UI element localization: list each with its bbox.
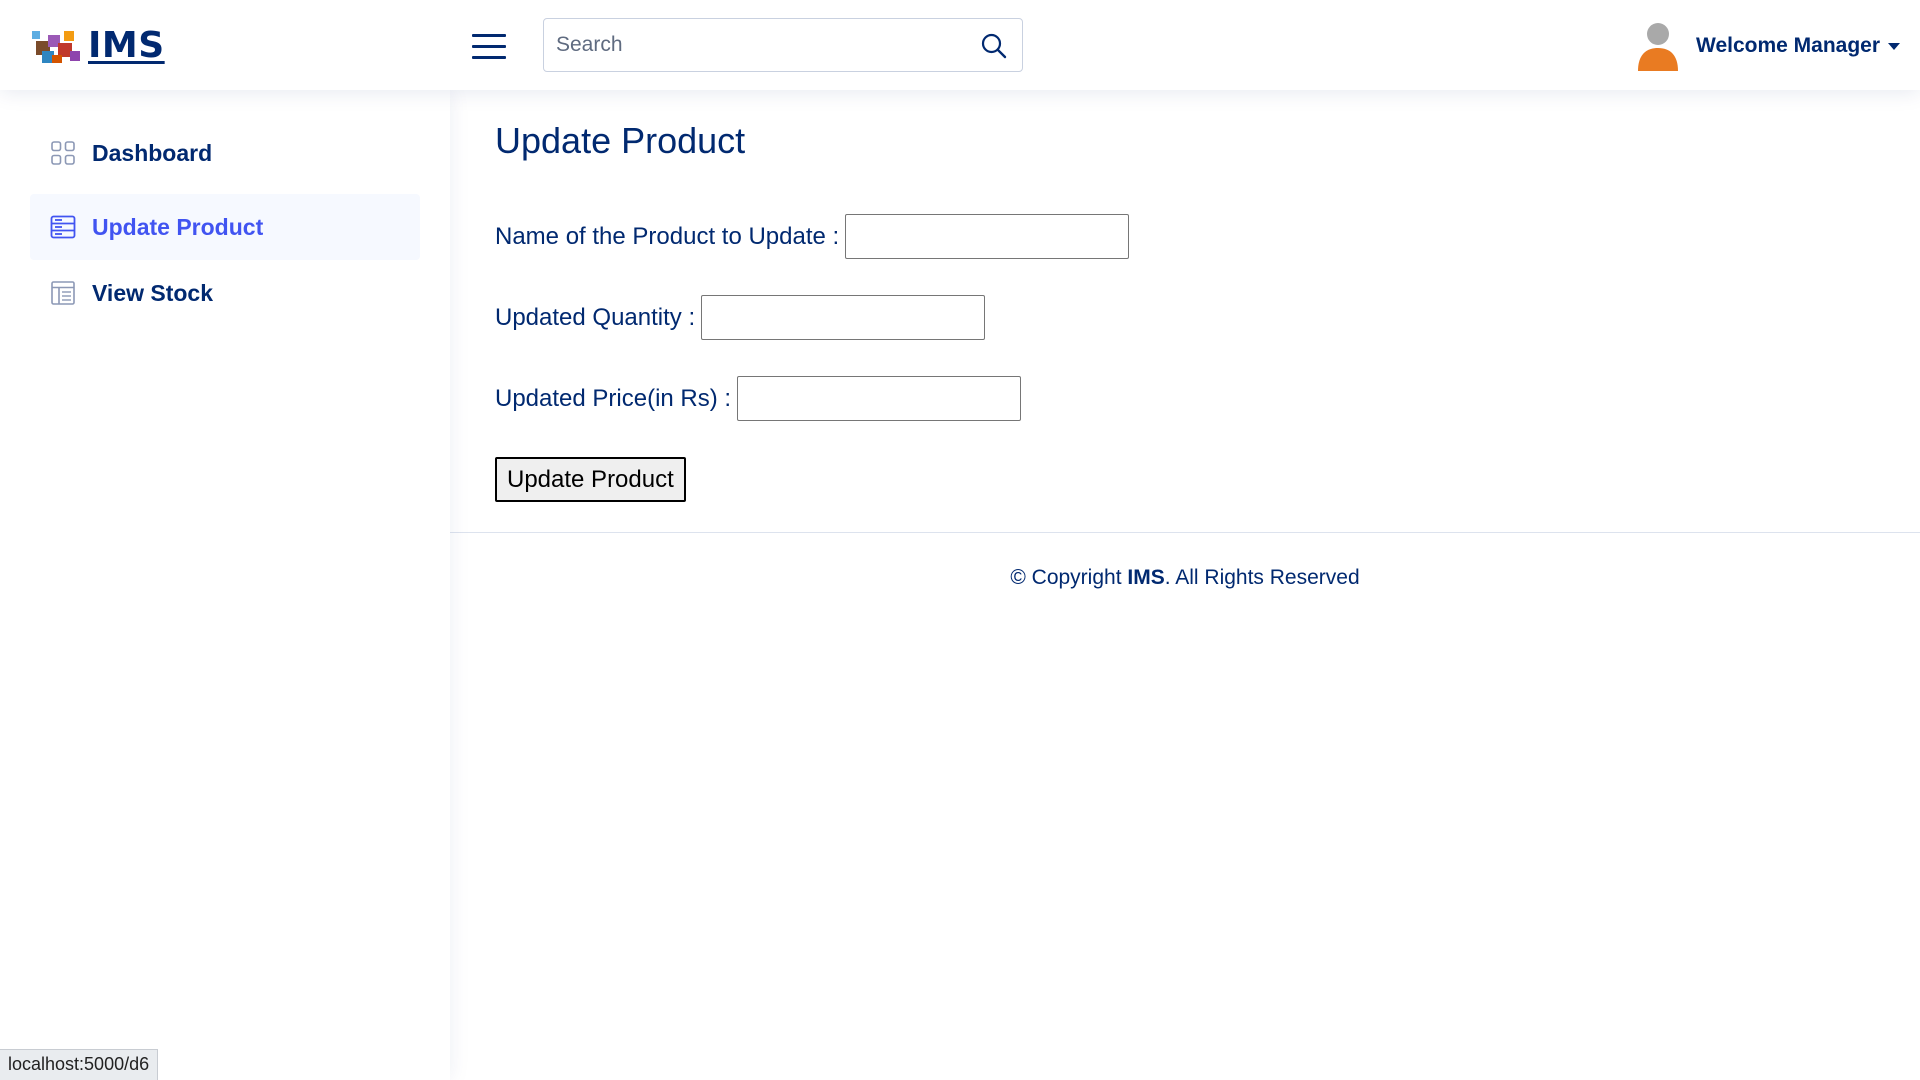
sidebar-item-update-product[interactable]: Update Product xyxy=(30,194,420,260)
update-product-button[interactable]: Update Product xyxy=(495,457,686,502)
quantity-label: Updated Quantity : xyxy=(495,303,696,331)
main-content: Update Product Name of the Product to Up… xyxy=(450,90,1920,1080)
price-label: Updated Price(in Rs) : xyxy=(495,384,732,412)
hamburger-icon[interactable] xyxy=(472,31,506,61)
sidebar-item-label: Dashboard xyxy=(92,139,213,166)
search-icon[interactable] xyxy=(980,32,1008,60)
chevron-down-icon xyxy=(1888,42,1901,50)
layout-list-icon xyxy=(50,215,76,239)
copyright-brand: IMS xyxy=(1127,566,1165,589)
logo-link[interactable]: IMS xyxy=(30,22,165,68)
product-name-input[interactable] xyxy=(845,214,1130,259)
welcome-text: Welcome Manager xyxy=(1696,34,1881,57)
sidebar-item-view-stock[interactable]: View Stock xyxy=(30,260,420,326)
logo-text: IMS xyxy=(88,24,165,66)
copyright-prefix: © Copyright xyxy=(1010,566,1128,589)
product-name-label: Name of the Product to Update : xyxy=(495,222,840,250)
search-bar xyxy=(543,18,1023,72)
page-title: Update Product xyxy=(495,120,746,161)
copyright-suffix: . All Rights Reserved xyxy=(1164,566,1360,589)
price-row: Updated Price(in Rs) : xyxy=(495,376,1022,421)
sidebar-item-dashboard[interactable]: Dashboard xyxy=(30,120,420,186)
footer-divider xyxy=(450,532,1920,533)
quantity-input[interactable] xyxy=(701,295,986,340)
quantity-row: Updated Quantity : xyxy=(495,295,986,340)
sidebar: Dashboard Update Product View Stock xyxy=(0,90,450,1080)
footer-copyright: © Copyright IMS. All Rights Reserved xyxy=(450,566,1920,590)
user-profile-dropdown[interactable]: Welcome Manager xyxy=(1636,20,1901,72)
sidebar-item-label: Update Product xyxy=(92,213,264,240)
search-input[interactable] xyxy=(544,19,964,71)
product-name-row: Name of the Product to Update : xyxy=(495,214,1130,259)
sidebar-item-label: View Stock xyxy=(92,279,214,306)
status-bar-url: localhost:5000/d6 xyxy=(0,1049,159,1080)
grid-icon xyxy=(51,141,75,165)
top-header: IMS Welcome Manager xyxy=(0,0,1920,90)
warehouse-boxes-logo xyxy=(32,31,80,63)
user-avatar-icon xyxy=(1638,23,1678,71)
price-input[interactable] xyxy=(737,376,1022,421)
table-icon xyxy=(51,281,75,305)
